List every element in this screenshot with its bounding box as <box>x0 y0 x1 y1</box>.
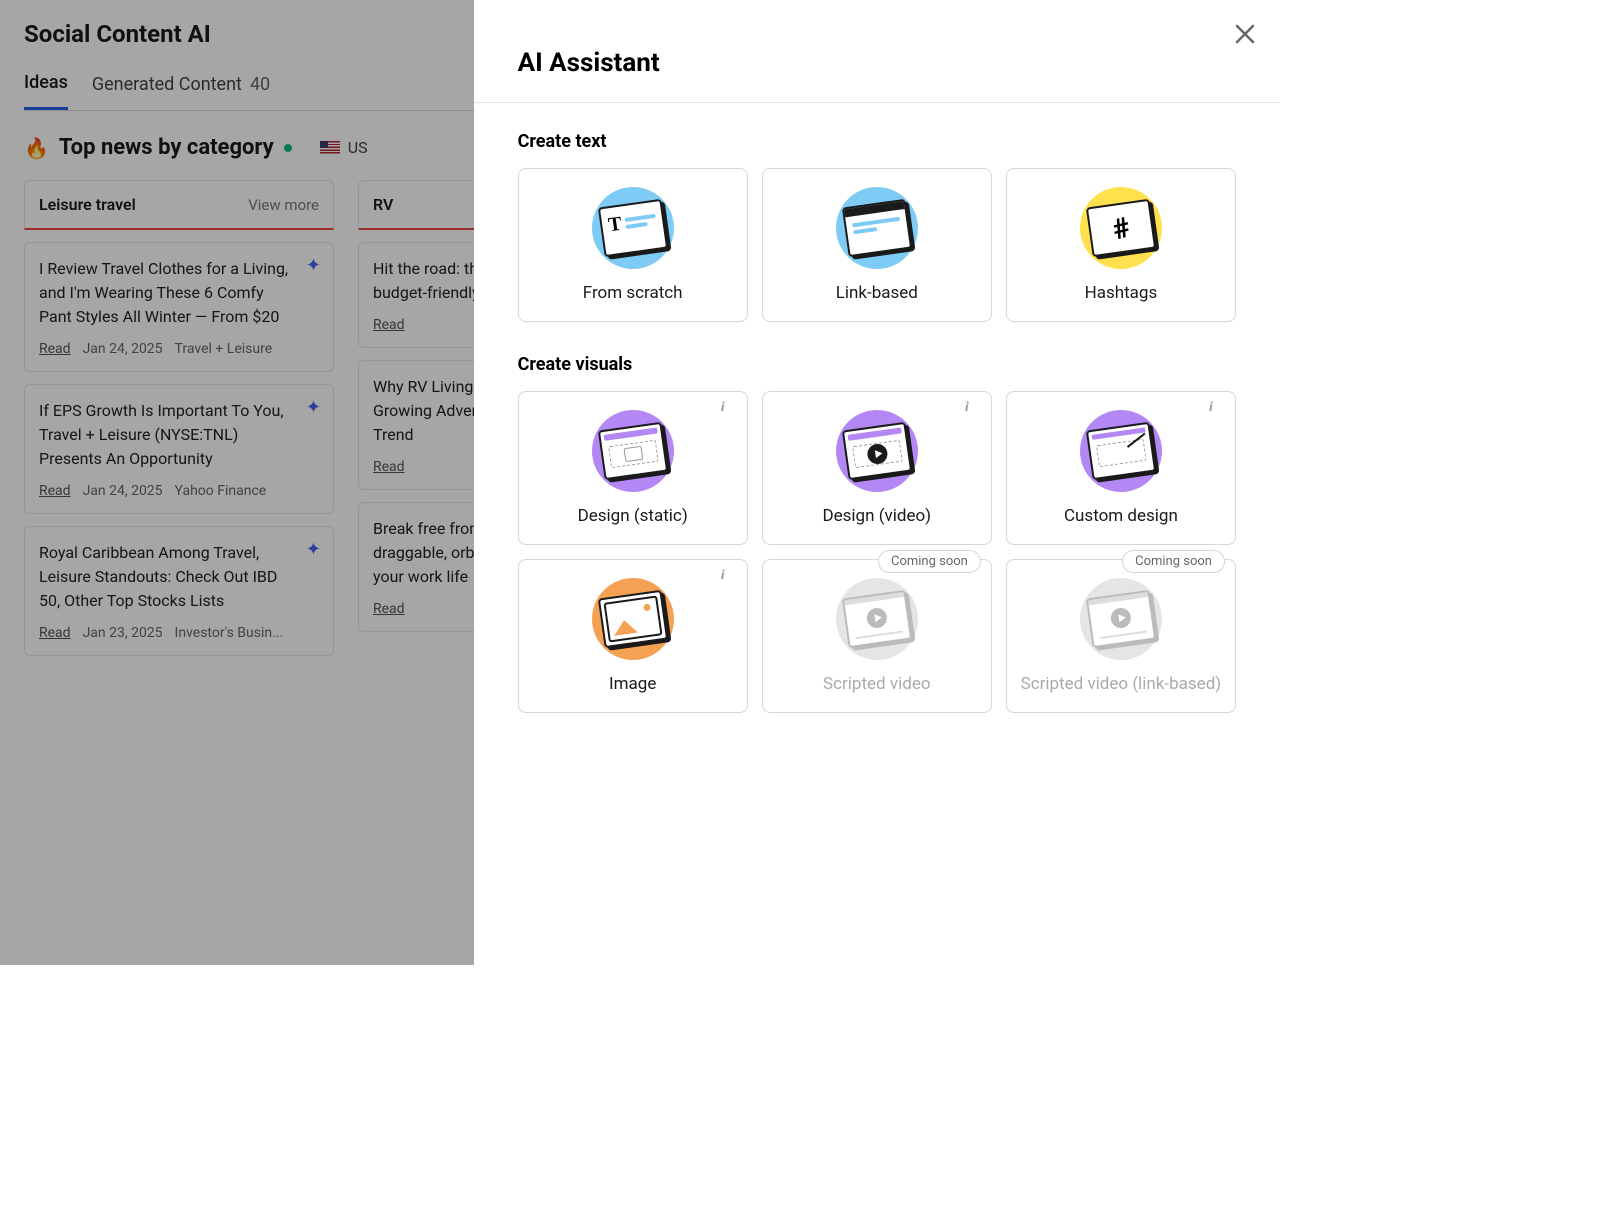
info-icon[interactable]: i <box>721 400 737 416</box>
close-button[interactable] <box>1234 20 1256 52</box>
scripted-video-link-icon <box>1071 574 1171 664</box>
coming-soon-badge: Coming soon <box>878 550 981 573</box>
tile-custom-design[interactable]: i Custom design <box>1006 391 1236 545</box>
tile-grid-text: T From scratch Link-based # Hashtags <box>518 168 1236 322</box>
tile-design-video[interactable]: i Design (video) <box>762 391 992 545</box>
tile-label: Design (static) <box>578 506 688 526</box>
tile-scripted-video: Coming soon Scripted video <box>762 559 992 713</box>
panel-title: AI Assistant <box>474 0 1280 103</box>
info-icon[interactable]: i <box>965 400 981 416</box>
tile-image[interactable]: i Image <box>518 559 748 713</box>
custom-design-icon <box>1071 406 1171 496</box>
image-icon <box>583 574 683 664</box>
tile-label: From scratch <box>583 283 683 303</box>
tile-design-static[interactable]: i Design (static) <box>518 391 748 545</box>
tile-label: Link-based <box>836 283 918 303</box>
close-icon <box>1234 23 1256 45</box>
group-title-create-visuals: Create visuals <box>518 354 1236 375</box>
tile-label: Custom design <box>1064 506 1178 526</box>
ai-assistant-panel: AI Assistant Create text T From scratch … <box>474 0 1280 965</box>
tile-link-based[interactable]: Link-based <box>762 168 992 322</box>
tile-hashtags[interactable]: # Hashtags <box>1006 168 1236 322</box>
tile-from-scratch[interactable]: T From scratch <box>518 168 748 322</box>
tile-label: Hashtags <box>1085 283 1158 303</box>
tile-grid-visuals: i Design (static) i Design (video) i Cus… <box>518 391 1236 713</box>
design-static-icon <box>583 406 683 496</box>
scripted-video-icon <box>827 574 927 664</box>
coming-soon-badge: Coming soon <box>1122 550 1225 573</box>
link-based-icon <box>827 183 927 273</box>
design-video-icon <box>827 406 927 496</box>
tile-label: Scripted video (link-based) <box>1021 674 1222 694</box>
tile-scripted-video-link: Coming soon Scripted video (link-based) <box>1006 559 1236 713</box>
tile-label: Design (video) <box>822 506 931 526</box>
from-scratch-icon: T <box>583 183 683 273</box>
tile-label: Scripted video <box>823 674 930 694</box>
info-icon[interactable]: i <box>721 568 737 584</box>
group-title-create-text: Create text <box>518 131 1236 152</box>
info-icon[interactable]: i <box>1209 400 1225 416</box>
hashtags-icon: # <box>1071 183 1171 273</box>
tile-label: Image <box>609 674 656 694</box>
